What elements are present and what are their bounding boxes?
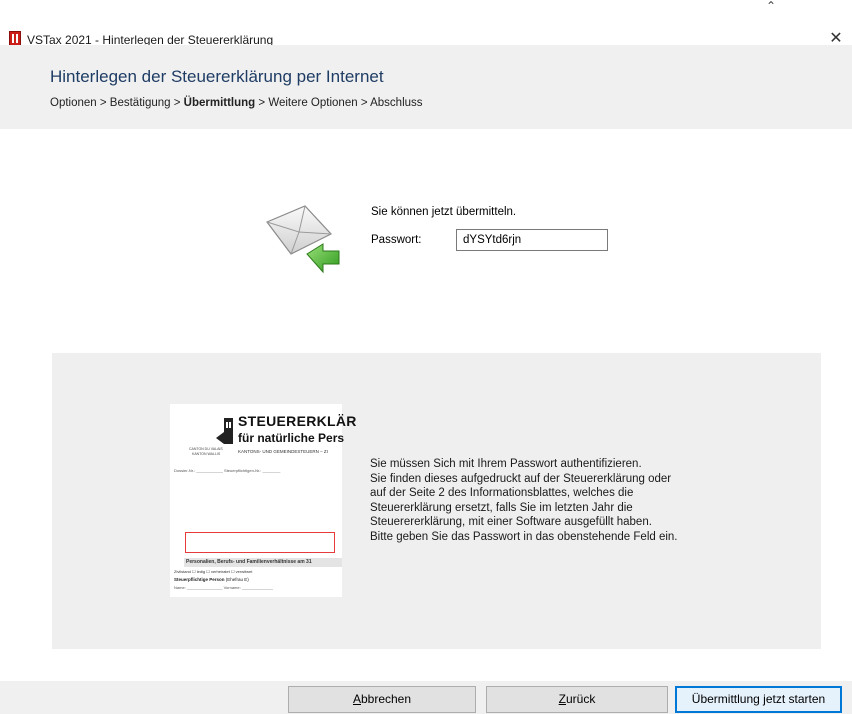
preview-canton-fr: CANTON DU VALAIS (189, 447, 223, 451)
breadcrumb-separator: > (255, 97, 269, 109)
breadcrumb-separator: > (96, 97, 110, 109)
info-line: Bitte geben Sie das Passwort in das oben… (370, 530, 678, 543)
preview-dossier-line: Dossier-Nr.: ____________ Steuerpflichti… (174, 468, 281, 473)
cancel-mnemonic: A (352, 692, 361, 706)
info-line: Sie finden dieses aufgedruckt auf der St… (370, 472, 672, 485)
breadcrumb-separator: > (357, 97, 371, 109)
cancel-button[interactable]: Abbrechen (288, 686, 476, 713)
canton-logo-icon (216, 418, 233, 444)
cancel-label: bbrechen (360, 692, 412, 706)
start-submission-button[interactable]: Übermittlung jetzt starten (675, 686, 842, 713)
back-label: urück (566, 692, 596, 706)
preview-kantons-line: KANTONS- UND GEMEINDESTEUERN – ZI (238, 449, 328, 454)
back-button[interactable]: Zurück (486, 686, 668, 713)
preview-row-name: Name: ________________ Vorname: ________… (174, 585, 273, 590)
preview-subtitle: für natürliche Pers (238, 431, 345, 445)
preview-password-box (185, 532, 335, 553)
password-label: Passwort: (371, 234, 422, 246)
info-line: Steuererklärung ersetzt, falls Sie im le… (370, 501, 633, 514)
preview-row-person-suffix: (Ehefrau E) (225, 577, 249, 582)
breadcrumb: Optionen > Bestätigung > Übermittlung > … (50, 97, 423, 109)
info-line: Sie müssen Sich mit Ihrem Passwort authe… (370, 458, 642, 470)
info-line: auf der Seite 2 des Informationsblattes,… (370, 487, 634, 500)
envelope-send-icon (266, 205, 340, 274)
preview-canton-de: KANTON WALLIS (192, 452, 221, 456)
preview-row-person: Steuerpflichtige Person (Ehefrau E) (174, 577, 249, 582)
info-text: Sie müssen Sich mit Ihrem Passwort authe… (370, 457, 770, 545)
title-bar[interactable]: VSTax 2021 - Hinterlegen der Steuererklä… (0, 11, 852, 47)
breadcrumb-step-abschluss: Abschluss (370, 97, 423, 109)
top-strip (0, 0, 852, 11)
info-line: Steuerererklärung, mit einer Software au… (370, 516, 652, 529)
back-mnemonic: Z (558, 692, 566, 706)
breadcrumb-separator: > (170, 97, 184, 109)
status-message: Sie können jetzt übermitteln. (371, 206, 517, 218)
breadcrumb-step-bestaetigung: Bestätigung (109, 97, 171, 109)
preview-row-person-label: Steuerpflichtige Person (174, 577, 225, 582)
preview-title: STEUERERKLÄR (238, 413, 357, 429)
wizard-header (0, 45, 852, 129)
breadcrumb-step-current: Übermittlung (183, 97, 256, 109)
password-input[interactable] (456, 229, 608, 251)
breadcrumb-step-optionen: Optionen (50, 97, 97, 109)
breadcrumb-step-weitere-optionen: Weitere Optionen (268, 97, 358, 109)
preview-section-bar: Personalien, Berufs- und Familienverhält… (184, 558, 342, 567)
preview-row-zivilstand: Zivilstand ☐ ledig ☐ verheiratet ☐ verwi… (174, 569, 253, 574)
page-title: Hinterlegen der Steuererklärung per Inte… (50, 67, 384, 86)
vstax-app-icon (9, 31, 21, 46)
